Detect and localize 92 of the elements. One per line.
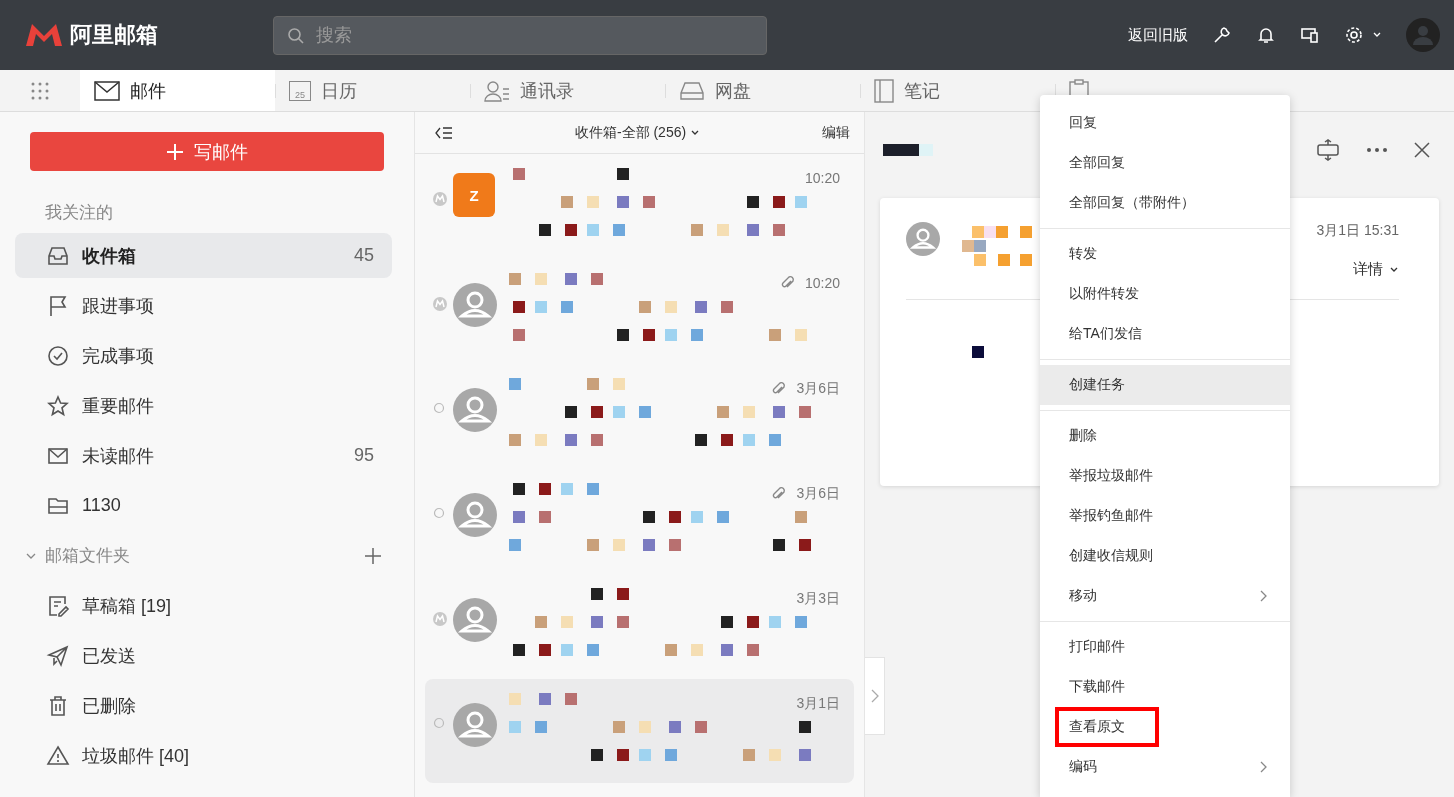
mail-time: 3月6日	[796, 485, 840, 503]
collapse-icon[interactable]	[435, 125, 453, 140]
search-field[interactable]: 搜索	[273, 15, 767, 55]
mail-item[interactable]: Z 10:20	[425, 154, 854, 259]
chevron-right-icon	[870, 689, 879, 703]
person-avatar-icon	[906, 222, 940, 256]
folder-item[interactable]: 收件箱 45	[15, 233, 392, 278]
folder-item[interactable]: 已发送	[15, 633, 392, 678]
person-avatar-icon	[453, 283, 497, 327]
plus-icon	[166, 142, 184, 161]
menu-item[interactable]: 下载邮件	[1040, 667, 1290, 707]
expand-icon[interactable]	[1316, 139, 1340, 161]
wrench-icon[interactable]	[1212, 25, 1232, 45]
person-avatar-icon	[453, 388, 497, 432]
paper-plane-icon	[46, 643, 70, 668]
old-version-link[interactable]: 返回旧版	[1128, 25, 1188, 45]
drive-icon	[679, 80, 705, 101]
compose-button[interactable]: 写邮件	[30, 132, 384, 171]
redacted-mosaic-drawing	[972, 346, 984, 358]
brand-name: 阿里邮箱	[70, 21, 158, 49]
mail-item[interactable]: 3月6日	[425, 364, 854, 469]
unread-count: 95	[353, 445, 374, 466]
menu-item[interactable]: 创建任务	[1040, 365, 1290, 405]
details-link[interactable]: 详情	[1353, 260, 1383, 279]
section-title: 邮箱文件夹	[45, 545, 131, 567]
folder-item[interactable]: 已删除	[15, 683, 392, 728]
folder-item[interactable]: 1130	[15, 483, 392, 528]
draft-icon	[46, 593, 70, 618]
folder-item[interactable]: 草稿箱 [19]	[15, 583, 392, 628]
unread-dot-icon[interactable]	[433, 402, 445, 414]
section-title: 我关注的	[45, 202, 114, 224]
devices-icon[interactable]	[1300, 25, 1320, 45]
close-icon[interactable]	[1414, 142, 1430, 158]
menu-item[interactable]: 举报钓鱼邮件	[1040, 496, 1290, 536]
menu-item[interactable]: 全部回复	[1040, 143, 1290, 183]
unread-dot-icon[interactable]	[433, 717, 445, 729]
expand-handle[interactable]	[865, 657, 885, 735]
menu-item[interactable]: 移动	[1040, 576, 1290, 616]
mail-time: 3月1日	[796, 695, 840, 713]
folder-dropdown[interactable]: 收件箱-全部 (256)	[574, 123, 687, 142]
folder-item[interactable]: 跟进事项	[15, 283, 392, 328]
warning-icon	[46, 743, 70, 768]
person-avatar-icon	[453, 703, 497, 747]
contacts-icon	[484, 79, 510, 102]
menu-item[interactable]: 举报垃圾邮件	[1040, 456, 1290, 496]
menu-item[interactable]: 以附件转发	[1040, 274, 1290, 314]
unread-dot-icon[interactable]	[433, 507, 445, 519]
logo-badge-icon	[433, 192, 447, 206]
logo-badge-icon	[433, 297, 447, 311]
unread-count: 45	[353, 245, 374, 266]
folder-item[interactable]: 重要邮件	[15, 383, 392, 428]
search-icon	[287, 26, 305, 45]
mail-time: 3月3日	[796, 590, 840, 608]
menu-item[interactable]: 删除	[1040, 416, 1290, 456]
menu-item[interactable]: 给TA们发信	[1040, 314, 1290, 354]
check-circle-icon	[46, 343, 70, 368]
add-folder-icon[interactable]	[364, 546, 382, 565]
nav-tab[interactable]: 25 日历	[275, 70, 470, 111]
logo-badge-icon	[433, 612, 447, 626]
settings-icon[interactable]	[1344, 25, 1364, 45]
mail-item[interactable]: 3月3日	[425, 574, 854, 679]
nav-tab[interactable]: 网盘	[665, 70, 860, 111]
mail-item[interactable]: 3月6日	[425, 469, 854, 574]
logo-icon	[24, 22, 64, 48]
mail-item[interactable]: 10:20	[425, 259, 854, 364]
person-avatar-icon	[453, 493, 497, 537]
notebook-icon	[874, 78, 894, 103]
mail-item[interactable]: 3月1日	[425, 679, 854, 783]
calendar-icon: 25	[289, 80, 311, 101]
mail-time: 10:20	[804, 170, 840, 186]
menu-item[interactable]: 打印邮件	[1040, 627, 1290, 667]
nav-tab[interactable]: 邮件	[80, 70, 275, 111]
edit-link[interactable]: 编辑	[822, 123, 850, 142]
apps-grid-icon[interactable]	[30, 81, 50, 101]
mail-time: 10:20	[804, 275, 840, 291]
folder-item[interactable]: 未读邮件 95	[15, 433, 392, 478]
menu-item[interactable]: 编码	[1040, 747, 1290, 787]
menu-item[interactable]: 全部回复（带附件）	[1040, 183, 1290, 223]
menu-item[interactable]: 创建收信规则	[1040, 536, 1290, 576]
nav-tab[interactable]: 通讯录	[470, 70, 665, 111]
folder-item[interactable]: 垃圾邮件 [40]	[15, 733, 392, 778]
menu-item[interactable]: 转发	[1040, 234, 1290, 274]
folder-item[interactable]: 完成事项	[15, 333, 392, 378]
star-icon	[46, 393, 70, 418]
letter-avatar: Z	[453, 173, 495, 217]
person-avatar-icon	[453, 598, 497, 642]
menu-item[interactable]: 查看原文	[1040, 707, 1290, 747]
more-icon[interactable]	[1366, 147, 1388, 153]
message-date: 3月1日 15:31	[1316, 222, 1399, 240]
mail-time: 3月6日	[796, 380, 840, 398]
bell-icon[interactable]	[1256, 25, 1276, 45]
envelope-icon	[94, 80, 120, 101]
